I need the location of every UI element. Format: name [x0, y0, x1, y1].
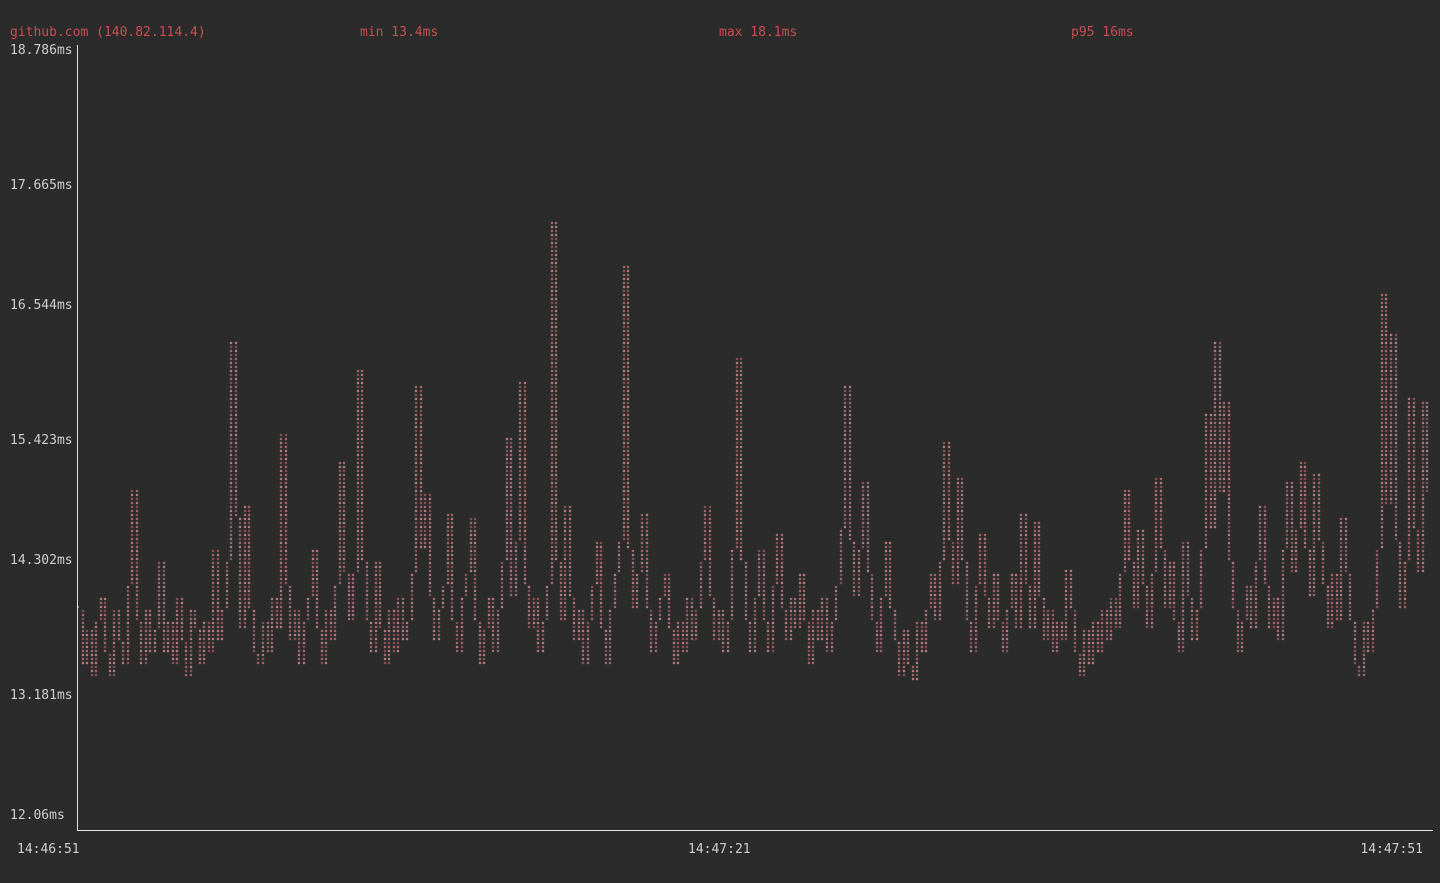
y-axis-line	[77, 45, 78, 831]
y-tick-label: 16.544ms	[10, 299, 73, 313]
y-tick-label: 13.181ms	[10, 689, 73, 703]
latency-chart-canvas	[0, 0, 1440, 883]
y-tick-label: 15.423ms	[10, 434, 73, 448]
target-host-label: github.com (140.82.114.4)	[10, 26, 206, 40]
stat-p95-label: p95 16ms	[1071, 26, 1134, 40]
gping-terminal: github.com (140.82.114.4) min 13.4ms max…	[0, 0, 1440, 883]
stat-max-label: max 18.1ms	[719, 26, 797, 40]
y-tick-label: 18.786ms	[10, 44, 73, 58]
y-tick-label: 14.302ms	[10, 554, 73, 568]
x-tick-label-start: 14:46:51	[17, 843, 80, 857]
stat-min-label: min 13.4ms	[360, 26, 438, 40]
y-tick-label: 17.665ms	[10, 179, 73, 193]
y-tick-label: 12.06ms	[10, 809, 65, 823]
x-tick-label-middle: 14:47:21	[688, 843, 751, 857]
x-axis-line	[77, 830, 1433, 831]
x-tick-label-end: 14:47:51	[1360, 843, 1423, 857]
